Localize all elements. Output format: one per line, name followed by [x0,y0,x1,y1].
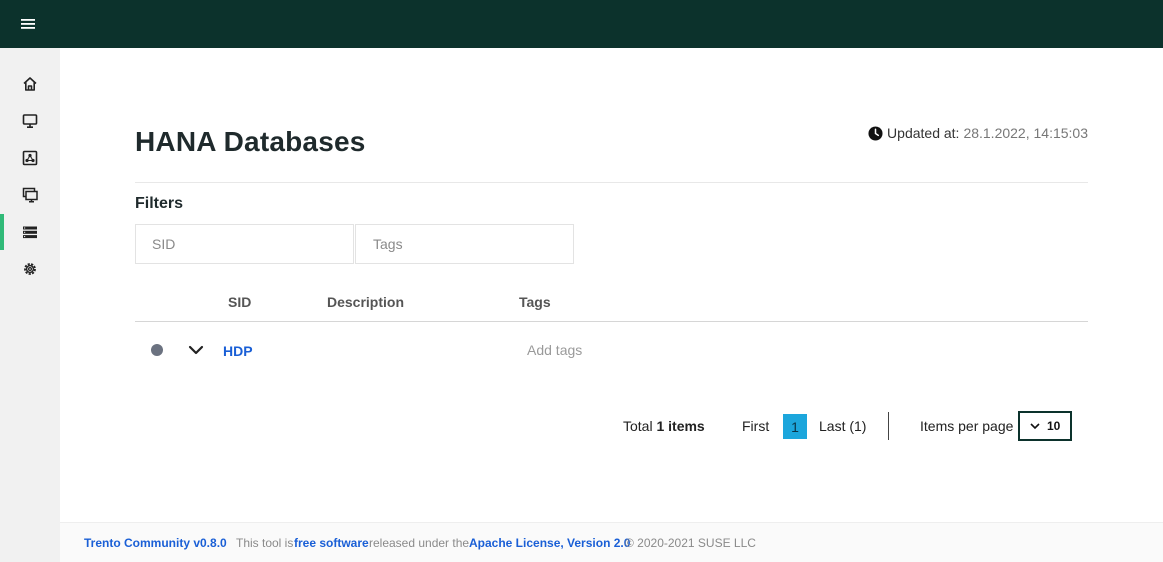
updated-value: 28.1.2022, 14:15:03 [963,125,1088,141]
product-version-link[interactable]: Trento Community v0.8.0 [84,536,227,550]
chevron-down-icon[interactable] [187,342,205,358]
sidebar-item-sap-systems[interactable] [0,177,60,213]
table-header-line [135,321,1088,322]
clock-icon [868,125,883,141]
footer-text-2: released under the [369,536,470,550]
items-per-page-value: 10 [1046,419,1061,433]
main-content: HANA Databases Updated at: 28.1.2022, 14… [60,48,1163,522]
home-icon [23,77,37,91]
total-items: Total 1 items [623,418,705,434]
sid-filter[interactable]: SID [135,224,354,264]
column-header-sid: SID [228,294,252,310]
sid-link[interactable]: HDP [223,343,253,359]
footer-text-1: This tool is [236,536,294,550]
sidebar-item-clusters[interactable] [0,140,60,176]
top-bar [0,0,1163,48]
column-header-tags: Tags [519,294,551,310]
filters-title: Filters [135,195,184,212]
pagination-separator [888,412,889,440]
sidebar [0,48,60,562]
header-divider [135,182,1088,183]
desktops-icon [22,187,38,203]
footer: Trento Community v0.8.0 This tool is fre… [60,522,1163,562]
page-title: HANA Databases [135,126,366,157]
tags-filter[interactable]: Tags [355,224,574,264]
sidebar-item-settings[interactable] [0,251,60,287]
sidebar-item-hana-databases[interactable] [0,214,60,250]
add-tags-button[interactable]: Add tags [527,342,582,358]
page-1-button[interactable]: 1 [783,414,807,439]
items-per-page-label: Items per page [920,418,1014,434]
free-software-link[interactable]: free software [294,536,369,550]
license-link[interactable]: Apache License, Version 2.0 [469,536,630,550]
last-page-button[interactable]: Last (1) [819,418,866,434]
hamburger-menu-icon[interactable] [18,14,38,34]
status-indicator [151,344,163,356]
chevron-down-icon [1030,423,1040,430]
copyright: © 2020-2021 SUSE LLC [625,536,756,550]
gear-icon [24,263,36,275]
first-page-button[interactable]: First [742,418,769,434]
cluster-icon [22,150,38,166]
sidebar-item-hosts[interactable] [0,103,60,139]
total-count: 1 items [656,418,705,434]
updated-label: Updated at: [887,125,960,141]
updated-at: Updated at: 28.1.2022, 14:15:03 [868,125,1088,141]
sidebar-item-home[interactable] [0,66,60,102]
database-list-icon [23,226,37,239]
total-prefix: Total [623,418,653,434]
monitor-icon [22,114,38,128]
column-header-description: Description [327,294,405,310]
items-per-page-select[interactable]: 10 [1018,411,1072,441]
